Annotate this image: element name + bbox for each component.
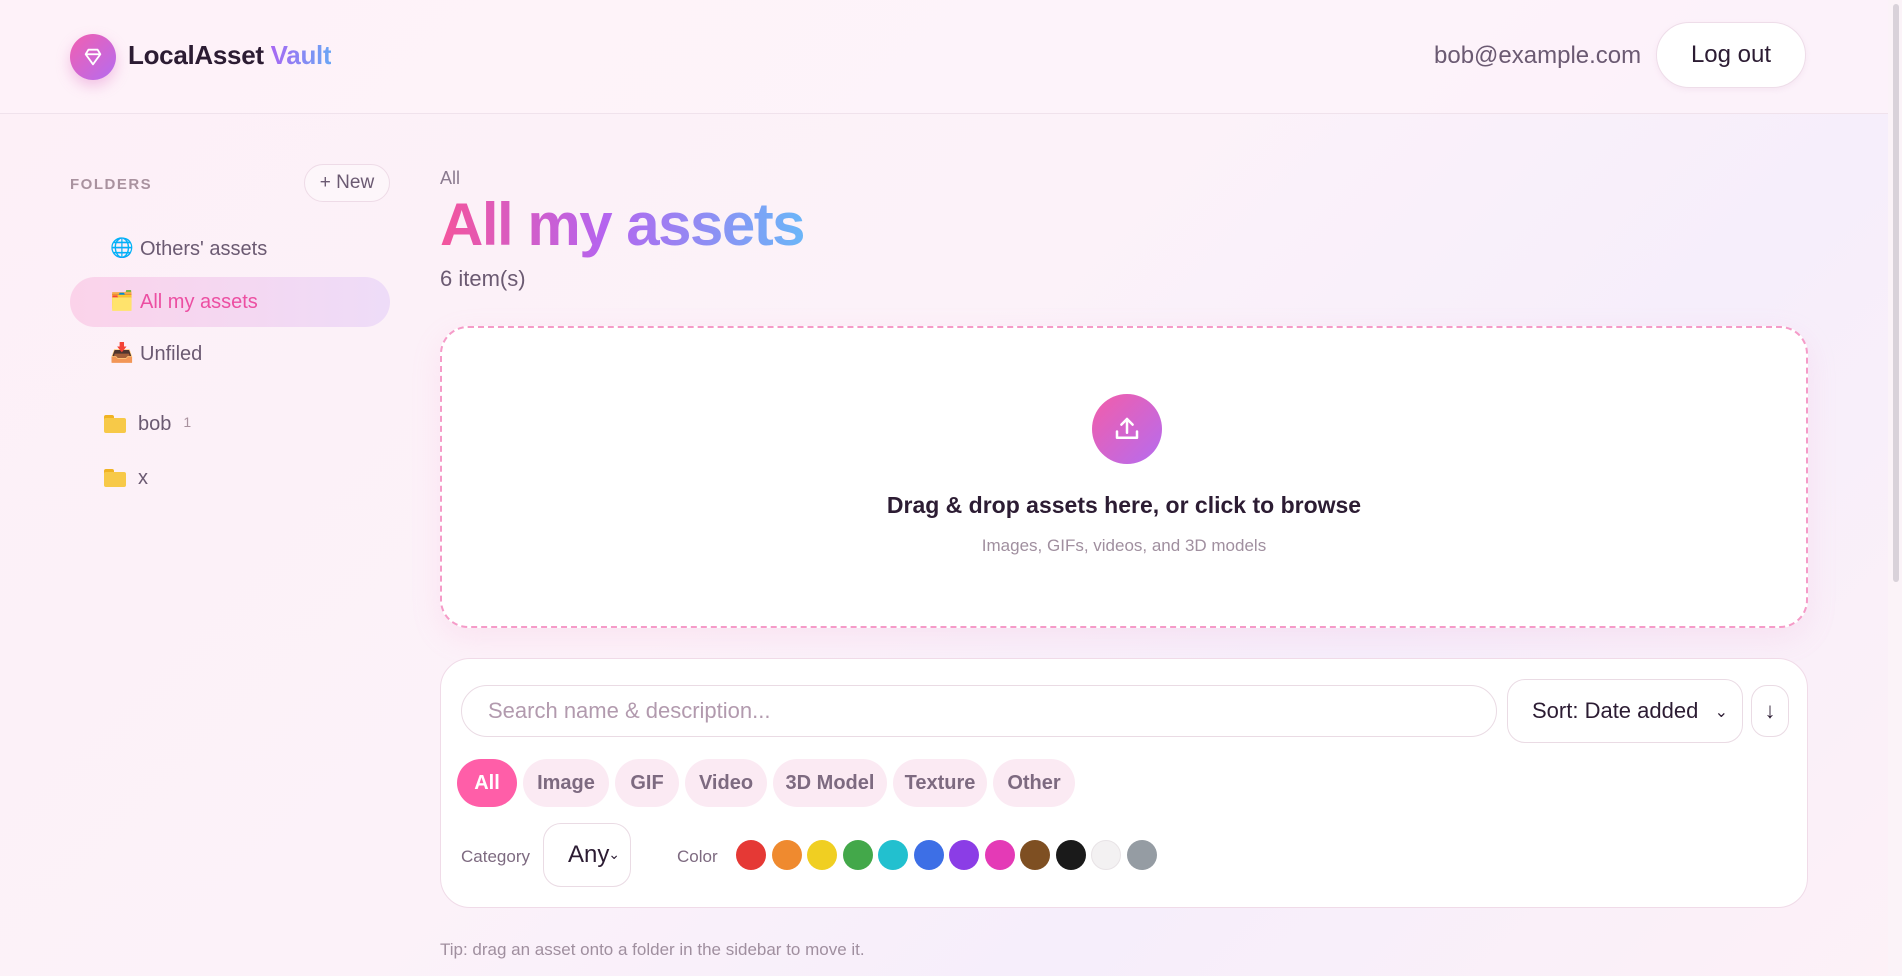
new-folder-button[interactable]: + New	[304, 164, 390, 202]
folder-icon	[104, 469, 126, 487]
type-chip-gif[interactable]: GIF	[615, 759, 679, 807]
sidebar-item-label: Unfiled	[140, 343, 203, 365]
color-swatch[interactable]	[1020, 840, 1050, 870]
sidebar-item-others-assets[interactable]: 🌐 Others' assets	[70, 224, 390, 274]
color-swatch[interactable]	[807, 840, 837, 870]
folder-item-x[interactable]: x	[104, 463, 148, 493]
brand-name-part-1: LocalAsset	[128, 40, 264, 70]
globe-icon: 🌐	[110, 238, 134, 259]
inbox-icon: 📥	[110, 343, 134, 364]
item-count: 6 item(s)	[440, 266, 526, 291]
page-title: All my assets	[440, 191, 806, 258]
type-chip-image[interactable]: Image	[523, 759, 609, 807]
type-chip-3d-model[interactable]: 3D Model	[773, 759, 887, 807]
folder-icon	[104, 415, 126, 433]
sort-direction-button[interactable]: ↓	[1751, 685, 1789, 737]
brand-name: LocalAsset Vault	[128, 40, 332, 71]
category-select[interactable]: Any ⌄	[543, 823, 631, 887]
sort-select[interactable]: Sort: Date added ⌄	[1507, 679, 1743, 743]
logo-gem-icon	[70, 34, 116, 80]
folder-label: x	[138, 466, 148, 489]
folder-item-bob[interactable]: bob 1	[104, 409, 191, 439]
scrollbar-track[interactable]	[1888, 0, 1902, 976]
color-swatch[interactable]	[913, 840, 944, 870]
color-swatch[interactable]	[771, 840, 802, 870]
brand-name-part-2: Vault	[270, 40, 332, 70]
color-swatch[interactable]	[949, 840, 979, 870]
color-swatch[interactable]	[1126, 840, 1157, 870]
sort-select-value: Sort: Date added	[1532, 698, 1699, 723]
user-email: bob@example.com	[1434, 42, 1642, 69]
sidebar-item-label: Others' assets	[140, 238, 268, 260]
type-chip-other[interactable]: Other	[993, 759, 1075, 807]
upload-dropzone[interactable]: Drag & drop assets here, or click to bro…	[440, 326, 1808, 628]
sidebar-item-all-my-assets[interactable]: 🗂️ All my assets	[70, 277, 390, 327]
type-chip-all[interactable]: All	[457, 759, 517, 807]
folder-label: bob	[138, 412, 172, 435]
chevron-down-icon: ⌄	[608, 846, 620, 862]
color-swatch[interactable]	[1055, 840, 1086, 870]
sidebar-item-unfiled[interactable]: 📥 Unfiled	[70, 329, 390, 379]
folder-count: 1	[183, 414, 192, 430]
color-swatch[interactable]	[736, 840, 766, 870]
breadcrumb[interactable]: All	[440, 168, 460, 189]
search-input[interactable]	[461, 685, 1497, 737]
sidebar-heading: FOLDERS	[70, 176, 153, 193]
logout-button[interactable]: Log out	[1656, 22, 1806, 88]
tip-text: Tip: drag an asset onto a folder in the …	[440, 940, 865, 959]
top-bar: LocalAsset Vault bob@example.com Log out	[0, 0, 1888, 114]
sidebar-item-label: All my assets	[140, 291, 258, 313]
card-index-icon: 🗂️	[110, 291, 134, 312]
scrollbar-thumb[interactable]	[1893, 4, 1899, 582]
color-label: Color	[677, 847, 718, 866]
upload-icon	[1092, 394, 1162, 464]
color-swatch[interactable]	[984, 840, 1015, 870]
dropzone-title: Drag & drop assets here, or click to bro…	[886, 492, 1362, 518]
color-swatch[interactable]	[842, 840, 873, 870]
type-chip-video[interactable]: Video	[685, 759, 767, 807]
type-chip-texture[interactable]: Texture	[893, 759, 987, 807]
category-label: Category	[461, 847, 530, 866]
dropzone-subtitle: Images, GIFs, videos, and 3D models	[981, 536, 1267, 555]
category-select-value: Any	[568, 841, 610, 868]
color-swatch[interactable]	[878, 840, 908, 870]
color-swatch[interactable]	[1091, 840, 1121, 870]
filter-panel: Sort: Date added ⌄ ↓ All Image GIF Video…	[440, 658, 1808, 908]
chevron-down-icon: ⌄	[1714, 704, 1728, 721]
